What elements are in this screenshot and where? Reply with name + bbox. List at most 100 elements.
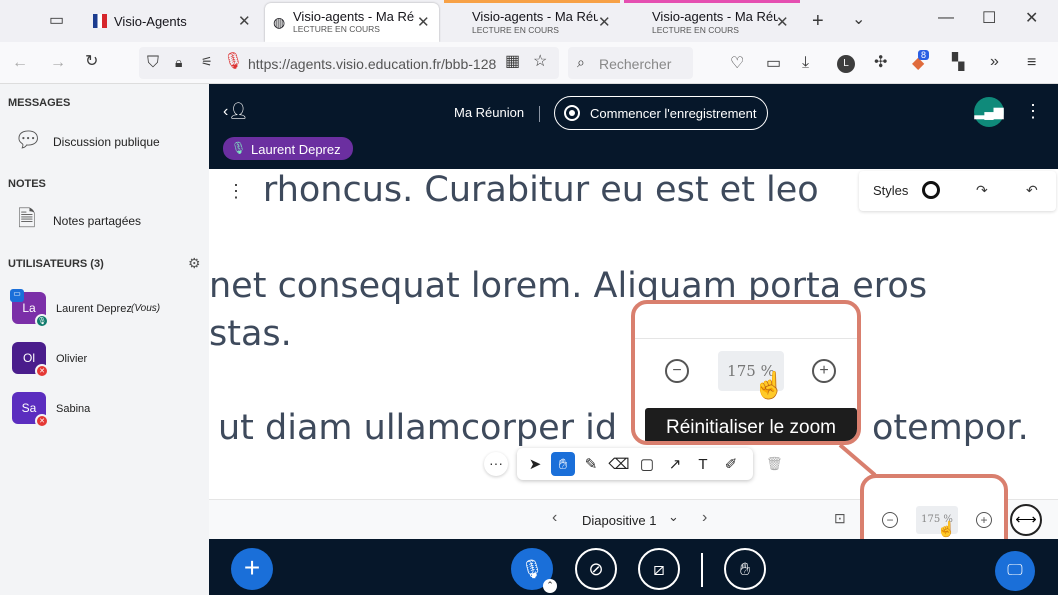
screen-share-off-button[interactable]: ⧄	[638, 548, 680, 590]
lock-icon[interactable]: 🔒︎	[175, 55, 182, 69]
record-button[interactable]: Commencer l'enregistrement	[554, 96, 768, 130]
url-bar[interactable]: ⛉ 🔒︎ ⚟ 🎙︎ https://agents.visio.education…	[139, 47, 559, 79]
tab-title: Visio-Agents	[114, 13, 187, 29]
profile-icon[interactable]: L	[837, 55, 855, 73]
drawing-toolbar: ➤ ✋︎ ✎ ⌫ ▢ ↗ T ✐	[517, 448, 753, 480]
download-icon[interactable]: ⤓	[802, 55, 809, 71]
delete-icon[interactable]: 🗑︎	[766, 457, 783, 470]
toggle-users-icon[interactable]: ‹👤︎	[223, 104, 249, 120]
slide-text-line: stas.	[209, 314, 292, 354]
bookmark-star-icon[interactable]: ☆	[533, 54, 547, 70]
user-name: Laurent Deprez	[56, 303, 132, 315]
pocket-icon[interactable]: ♡	[730, 56, 744, 72]
slide-text-line: ut diam ullamcorper id	[218, 408, 618, 448]
close-window-icon[interactable]: ✕	[1025, 11, 1038, 27]
previous-slide-icon[interactable]: ‹	[552, 510, 557, 526]
presenter-icon: ▭	[10, 289, 24, 302]
zoom-out-icon[interactable]: −	[665, 359, 689, 383]
tab-overview-icon[interactable]: ▭	[49, 13, 64, 29]
user-name: Olivier	[56, 353, 88, 365]
more-tools-icon[interactable]: »	[990, 54, 999, 70]
sticky-note-icon[interactable]: ✐	[719, 452, 743, 476]
permissions-icon[interactable]: ⚟	[201, 55, 213, 68]
zoom-callout: − 175 % ☝ + Réinitialiser le zoom	[631, 300, 861, 445]
styles-label[interactable]: Styles	[873, 183, 908, 198]
hand-tool-icon[interactable]: ✋︎	[551, 452, 575, 476]
connection-status-icon[interactable]: ▂▄▆	[974, 97, 1004, 127]
divider	[539, 106, 540, 122]
tab-ma-reunion-active[interactable]: ◍ Visio-agents - Ma Réunion LECTURE EN C…	[265, 3, 439, 42]
chevron-down-icon[interactable]: ⌄	[852, 12, 865, 28]
chevron-down-icon[interactable]: ⌄	[668, 510, 679, 523]
presentation-toggle-button[interactable]: 🖵︎	[995, 551, 1035, 591]
shield-icon[interactable]: ⛉	[147, 55, 159, 71]
text-tool-icon[interactable]: T	[691, 452, 715, 476]
user-name: Sabina	[56, 403, 91, 415]
camera-off-button[interactable]: ⊘	[575, 548, 617, 590]
microphone-icon: 🎙︎	[231, 141, 247, 155]
eraser-tool-icon[interactable]: ⌫	[607, 452, 631, 476]
qr-code-icon[interactable]: ▦	[505, 54, 520, 70]
record-label: Commencer l'enregistrement	[590, 106, 757, 121]
select-tool-icon[interactable]: ➤	[523, 452, 547, 476]
apps-grid-icon[interactable]: ▚	[952, 55, 964, 71]
zoom-in-icon[interactable]: +	[976, 512, 992, 528]
pencil-tool-icon[interactable]: ✎	[579, 452, 603, 476]
rectangle-tool-icon[interactable]: ▢	[635, 452, 659, 476]
reload-icon[interactable]: ↻	[85, 54, 98, 70]
slide-text-line: or rhoncus. Curabitur eu est et leo	[216, 170, 819, 210]
tab-ma-reunion-2[interactable]: Visio-agents - Ma Réunion LECTURE EN COU…	[444, 0, 620, 42]
whiteboard-menu[interactable]: ⋮	[209, 171, 255, 211]
avatar-initials: Sa	[21, 401, 37, 415]
add-actions-button[interactable]: +	[231, 548, 273, 590]
color-circle-icon[interactable]	[922, 181, 940, 199]
slide-text-line: otempor.	[872, 408, 1029, 448]
tab-title: Visio-agents - Ma Réunion	[652, 9, 778, 24]
menu-icon[interactable]: ≡	[1027, 55, 1036, 71]
more-options-icon[interactable]: ⋮	[1024, 102, 1042, 120]
divider	[701, 553, 703, 587]
maximize-icon[interactable]: ☐	[982, 11, 996, 27]
style-panel: Styles ↷ ↶	[859, 171, 1056, 211]
audio-settings-icon[interactable]: ⌃	[543, 579, 557, 593]
tab-title: Visio-agents - Ma Réunion	[472, 9, 598, 24]
new-tab-icon[interactable]: +	[812, 11, 824, 31]
search-icon: ⌕	[577, 54, 585, 70]
extension-badge: 8	[918, 50, 930, 60]
extensions-icon[interactable]: ✣	[874, 55, 887, 71]
sidebar: MESSAGES 💬︎ Discussion publique NOTES 🗎 …	[0, 84, 209, 595]
zoom-in-icon[interactable]: +	[812, 359, 836, 383]
search-input[interactable]: ⌕ Rechercher	[568, 47, 693, 79]
meeting-title: Ma Réunion	[454, 105, 525, 120]
tab-visio-agents[interactable]: Visio-Agents ✕	[84, 0, 260, 42]
next-slide-icon[interactable]: ›	[702, 510, 707, 526]
close-icon[interactable]: ✕	[417, 13, 430, 31]
close-icon[interactable]: ✕	[776, 13, 789, 31]
close-icon[interactable]: ✕	[598, 13, 611, 31]
avatar-initials: Ol	[23, 351, 35, 365]
status-badge: 🎙︎	[35, 314, 49, 328]
close-icon[interactable]: ✕	[238, 12, 251, 30]
minimize-icon[interactable]: —	[938, 10, 954, 26]
users-heading: UTILISATEURS (3)	[8, 258, 104, 270]
shared-notes-item[interactable]: Notes partagées	[53, 214, 141, 228]
redo-icon[interactable]: ↷	[976, 183, 988, 197]
slide-selector[interactable]: Diapositive 1	[582, 513, 656, 528]
back-icon[interactable]: ←	[12, 55, 28, 71]
raise-hand-button[interactable]: ✋︎	[724, 548, 766, 590]
browser-tab-bar: ▭ Visio-Agents ✕ ◍ Visio-agents - Ma Réu…	[0, 0, 1058, 42]
tab-ma-reunion-3[interactable]: Visio-agents - Ma Réunion LECTURE EN COU…	[624, 0, 800, 42]
arrow-tool-icon[interactable]: ↗	[663, 452, 687, 476]
undo-icon[interactable]: ↶	[1026, 183, 1038, 197]
zoom-out-icon[interactable]: −	[882, 512, 898, 528]
public-chat-item[interactable]: Discussion publique	[53, 135, 160, 149]
more-options-icon[interactable]: ⋮	[227, 182, 245, 200]
microphone-icon[interactable]: 🎙︎	[223, 54, 243, 70]
folder-icon[interactable]: ▭	[766, 56, 781, 72]
forward-icon[interactable]: →	[50, 55, 66, 71]
slide-thumbnail-icon[interactable]: ⊡	[834, 511, 846, 525]
gear-icon[interactable]: ⚙	[188, 256, 201, 270]
fit-width-icon[interactable]: ⟷	[1010, 504, 1042, 536]
url-text[interactable]: https://agents.visio.education.fr/bbb-12…	[248, 56, 498, 72]
toolbar-more-icon[interactable]: ···	[484, 452, 508, 476]
